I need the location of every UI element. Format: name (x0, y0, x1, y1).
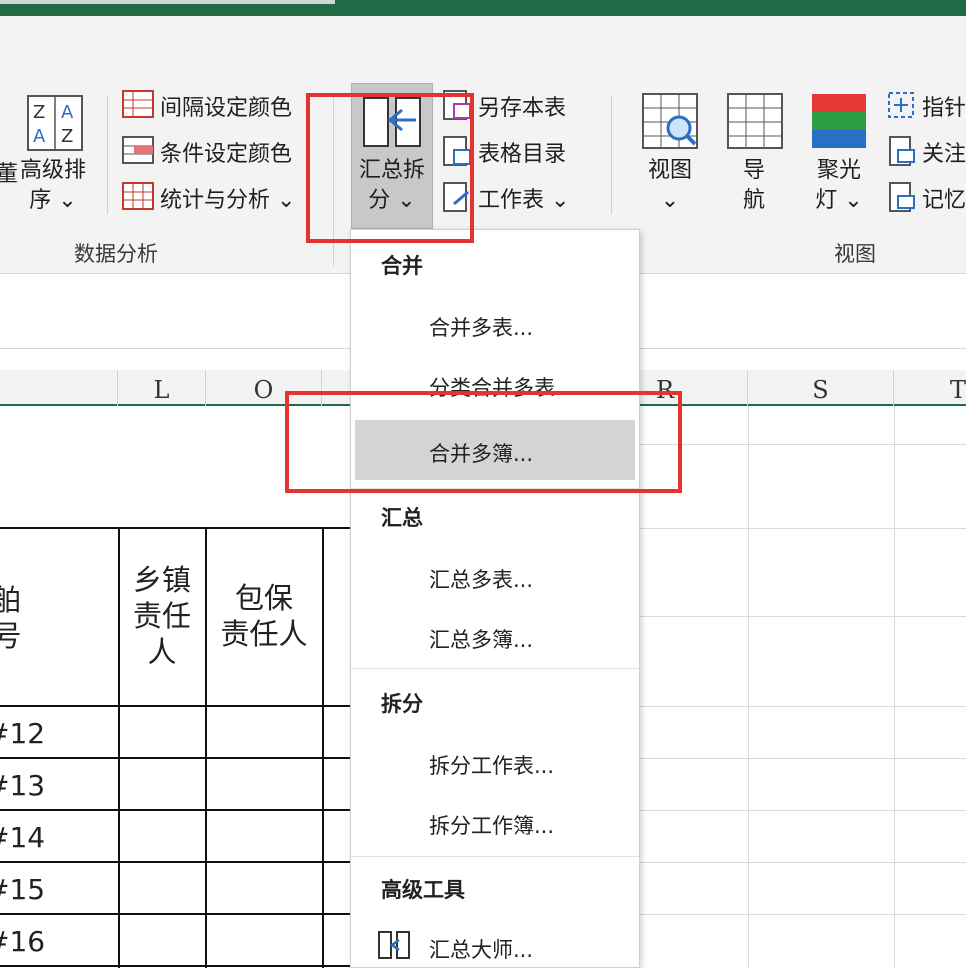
statistics-icon (122, 182, 154, 214)
group-label-data-analysis: 数据分析 (74, 242, 158, 266)
menu-item-split-workbook[interactable]: 拆分工作簿... (429, 810, 554, 840)
advanced-sort-label: 高级排 (20, 158, 87, 183)
spotlight-button[interactable]: 聚光 灯 ⌄ (808, 156, 870, 216)
highlight-box-summary-split (306, 93, 474, 243)
view-label-2: ⌄ (660, 188, 680, 213)
menu-section-advanced: 高级工具 (381, 878, 465, 902)
pointer-icon (886, 90, 916, 124)
header-partial-line2: 号 (0, 619, 22, 653)
svg-text:Z: Z (33, 102, 45, 123)
menu-section-merge: 合并 (381, 254, 423, 278)
header-town-line1: 乡镇 (132, 563, 191, 597)
highlight-box-merge-workbooks (285, 391, 682, 493)
header-guarantor-line2: 责任人 (220, 617, 308, 651)
advanced-sort-label-2: 序 ⌄ (29, 188, 77, 213)
sort-partial-label[interactable]: 董 (0, 156, 18, 188)
menu-item-summary-master[interactable]: 汇总大师... (429, 934, 533, 964)
follow-button[interactable]: 关注 (922, 136, 966, 168)
spotlight-label: 聚光 (816, 158, 861, 183)
spotlight-label-2: 灯 ⌄ (815, 188, 863, 213)
menu-item-summary-workbooks[interactable]: 汇总多簿... (429, 624, 533, 654)
follow-icon (888, 136, 918, 170)
column-header-s[interactable]: S (748, 370, 894, 406)
row-id-cell[interactable]: #13 (0, 768, 45, 804)
menu-item-split-worksheet[interactable]: 拆分工作表... (429, 750, 554, 780)
header-town-cell: 乡镇 责任 人 (120, 562, 204, 670)
view-icon (641, 92, 699, 154)
header-town-line3: 人 (147, 635, 177, 669)
navigation-icon (726, 92, 784, 154)
statistics-analysis-button[interactable]: 统计与分析 ⌄ (160, 182, 295, 214)
summary-split-dropdown-menu: 合并 合并多表... 分类合并多表... 合并多簿... 汇总 汇总多表... … (350, 229, 640, 968)
memory-icon (888, 182, 918, 216)
pointer-button[interactable]: 指针 (922, 90, 966, 122)
memory-button[interactable]: 记忆 (922, 182, 966, 214)
column-header-t[interactable]: T (894, 370, 966, 406)
svg-text:A: A (61, 102, 74, 123)
row-id-cell[interactable]: #15 (0, 872, 45, 908)
menu-section-summary: 汇总 (381, 506, 423, 530)
header-guarantor-cell: 包保 责任人 (207, 580, 321, 652)
conditional-color-icon (122, 136, 154, 168)
interval-color-icon (122, 90, 154, 122)
advanced-sort-icon: ZAAZ (26, 94, 84, 156)
svg-text:A: A (33, 126, 46, 147)
row-id-cell[interactable]: #12 (0, 716, 45, 752)
view-button[interactable]: 视图 ⌄ (640, 156, 700, 216)
conditional-color-button[interactable]: 条件设定颜色 (160, 136, 292, 168)
table-catalog-button[interactable]: 表格目录 (478, 136, 566, 168)
header-partial-line1: 舶 (0, 583, 22, 617)
advanced-sort-button[interactable]: 高级排 序 ⌄ (20, 156, 86, 216)
row-id-cell[interactable]: #16 (0, 924, 45, 960)
header-guarantor-line1: 包保 (234, 581, 293, 615)
svg-text:Z: Z (61, 126, 73, 147)
worksheet-button[interactable]: 工作表 ⌄ (478, 182, 569, 214)
column-header-blank[interactable] (0, 370, 118, 406)
view-label: 视图 (647, 158, 692, 183)
interval-color-button[interactable]: 间隔设定颜色 (160, 90, 292, 122)
window-title-bar (0, 0, 966, 16)
group-label-view: 视图 (834, 242, 876, 266)
navigation-button[interactable]: 导 航 (730, 156, 778, 216)
row-id-cell[interactable]: #14 (0, 820, 45, 856)
header-partial-cell: 舶 号 (0, 582, 22, 654)
column-header-l[interactable]: L (118, 370, 206, 406)
menu-section-split: 拆分 (381, 692, 423, 716)
save-sheet-button[interactable]: 另存本表 (478, 90, 566, 122)
navigation-label-2: 航 (742, 188, 765, 213)
header-town-line2: 责任 (132, 599, 191, 633)
menu-item-merge-sheets[interactable]: 合并多表... (429, 312, 533, 342)
summary-master-icon (377, 930, 411, 964)
menu-item-summary-sheets[interactable]: 汇总多表... (429, 564, 533, 594)
navigation-label: 导 (742, 158, 765, 183)
spotlight-icon (810, 92, 868, 154)
